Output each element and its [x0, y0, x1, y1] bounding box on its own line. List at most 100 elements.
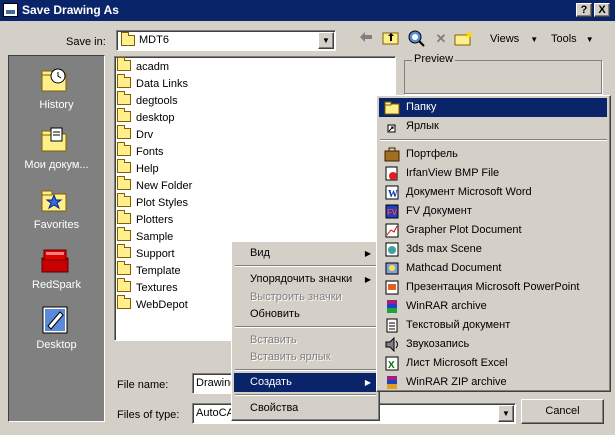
file-name-label: File name:: [117, 379, 169, 391]
svg-text:X: X: [388, 360, 395, 371]
close-button[interactable]: X: [594, 3, 610, 17]
new-folder-button[interactable]: [453, 29, 475, 49]
file-type-label: Files of type:: [117, 409, 180, 421]
menu-item-view[interactable]: Вид ▶: [234, 244, 377, 263]
submenu-item-sound[interactable]: Звукозапись: [379, 335, 607, 354]
menu-item-arrange-icons[interactable]: Упорядочить значки ▶: [234, 270, 377, 289]
menu-separator: [235, 369, 376, 371]
menu-item-new[interactable]: Создать ▶: [234, 373, 377, 392]
place-my-documents[interactable]: Мои докум...: [9, 122, 104, 180]
place-label: Favorites: [33, 219, 80, 231]
list-item[interactable]: Sample: [117, 227, 173, 246]
folder-icon: [384, 101, 400, 115]
folder-icon: [117, 210, 131, 224]
cancel-button[interactable]: Cancel: [521, 399, 604, 424]
search-web-icon: [408, 30, 425, 47]
save-in-value: MDT6: [139, 34, 169, 46]
place-desktop[interactable]: Desktop: [9, 302, 104, 360]
submenu-item-excel[interactable]: X Лист Microsoft Excel: [379, 354, 607, 373]
list-item[interactable]: Template: [117, 261, 181, 280]
views-label: Views: [490, 33, 520, 45]
list-item[interactable]: Plot Styles: [117, 193, 188, 212]
folder-icon: [121, 32, 135, 46]
chevron-right-icon: ▶: [364, 378, 371, 387]
places-bar: History Мои докум... Favorites RedSpark …: [8, 55, 105, 422]
submenu-item-fv-document[interactable]: FV FV Документ: [379, 202, 607, 221]
svg-text:W: W: [388, 189, 398, 200]
submenu-item-grapher[interactable]: Grapher Plot Document: [379, 221, 607, 240]
shortcut-icon: [387, 124, 396, 133]
submenu-item-winrar[interactable]: WinRAR archive: [379, 297, 607, 316]
place-history[interactable]: History: [9, 62, 104, 120]
word-icon: W: [385, 185, 399, 200]
folder-icon: [117, 244, 131, 258]
folder-icon: [117, 295, 131, 309]
desktop-icon: [42, 306, 68, 334]
menu-separator: [235, 326, 376, 328]
place-label: History: [39, 99, 74, 111]
submenu-item-folder[interactable]: Папку: [379, 98, 607, 117]
delete-button[interactable]: ✕: [430, 29, 452, 49]
tools-menu[interactable]: Tools ▼: [551, 33, 594, 45]
folder-icon: [117, 57, 131, 71]
text-document-icon: [386, 318, 398, 333]
file-type-value: AutoCA: [196, 407, 234, 419]
search-web-button[interactable]: [405, 29, 427, 49]
irfanview-icon: [385, 166, 398, 181]
mathcad-icon: [385, 262, 399, 275]
list-item[interactable]: Textures: [117, 278, 178, 297]
views-menu[interactable]: Views ▼: [490, 33, 538, 45]
folder-icon: [117, 142, 131, 156]
menu-separator: [235, 394, 376, 396]
place-label: RedSpark: [32, 279, 81, 291]
back-arrow-icon: [360, 32, 372, 42]
save-in-combo[interactable]: MDT6 ▼: [116, 30, 336, 51]
help-button[interactable]: ?: [576, 3, 592, 17]
place-favorites[interactable]: Favorites: [9, 182, 104, 240]
menu-item-properties[interactable]: Свойства: [234, 399, 377, 418]
history-icon: [41, 68, 67, 92]
winrar-icon: [387, 300, 397, 313]
chevron-down-icon[interactable]: ▼: [318, 32, 334, 49]
submenu-item-winrar-zip[interactable]: WinRAR ZIP archive: [379, 373, 607, 392]
list-item[interactable]: Plotters: [117, 210, 173, 229]
menu-separator: [235, 265, 376, 267]
window-title: Save Drawing As: [22, 3, 119, 17]
submenu-item-text-document[interactable]: Текстовый документ: [379, 316, 607, 335]
winrar-zip-icon: [387, 376, 397, 389]
list-item[interactable]: degtools: [117, 91, 178, 110]
list-item[interactable]: Support: [117, 244, 175, 263]
list-item[interactable]: Data Links: [117, 74, 188, 93]
submenu-item-3dsmax[interactable]: 3ds max Scene: [379, 240, 607, 259]
submenu-item-shortcut[interactable]: Ярлык: [379, 117, 607, 136]
chevron-right-icon: ▶: [364, 275, 371, 284]
place-label: Мои докум...: [24, 159, 89, 171]
back-button[interactable]: [355, 29, 377, 49]
new-submenu: Папку Ярлык Портфель IrfanView BMP File …: [376, 95, 611, 392]
chevron-down-icon[interactable]: ▼: [498, 405, 514, 422]
folder-icon: [117, 193, 131, 207]
up-folder-button[interactable]: [380, 29, 402, 49]
list-item[interactable]: New Folder: [117, 176, 192, 195]
briefcase-icon: [384, 147, 400, 162]
save-in-label: Save in:: [66, 36, 106, 48]
submenu-item-word[interactable]: W Документ Microsoft Word: [379, 183, 607, 202]
preview-group: [404, 60, 602, 94]
chevron-down-icon: ▼: [585, 35, 594, 44]
context-menu: Вид ▶ Упорядочить значки ▶ Выстроить значк…: [231, 241, 380, 421]
folder-icon: [117, 227, 131, 241]
up-folder-icon: [382, 32, 399, 45]
folder-icon: [117, 108, 131, 122]
place-redspark[interactable]: RedSpark: [9, 242, 104, 300]
menu-item-refresh[interactable]: Обновить: [234, 305, 377, 324]
submenu-item-powerpoint[interactable]: Презентация Microsoft PowerPoint: [379, 278, 607, 297]
grapher-icon: [385, 223, 399, 238]
folder-icon: [117, 91, 131, 105]
submenu-item-mathcad[interactable]: Mathcad Document: [379, 259, 607, 278]
submenu-item-irfanview[interactable]: IrfanView BMP File: [379, 164, 607, 183]
submenu-item-briefcase[interactable]: Портфель: [379, 145, 607, 164]
3dsmax-icon: [385, 242, 399, 257]
list-item[interactable]: WebDepot: [117, 295, 188, 314]
folder-icon: [117, 261, 131, 275]
list-item[interactable]: desktop: [117, 108, 175, 127]
